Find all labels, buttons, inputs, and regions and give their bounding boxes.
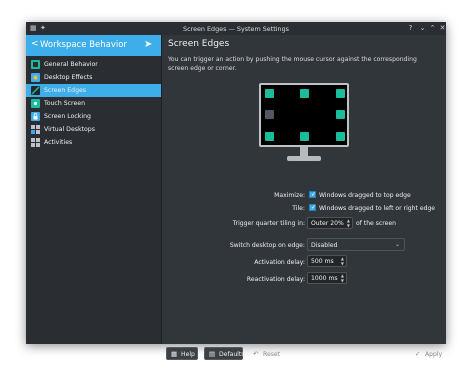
reactivation-delay-spinbox[interactable]: 1000 ms ▲ ▼ xyxy=(307,272,347,284)
edge-bottom-left[interactable] xyxy=(265,132,274,141)
quarter-tiling-spinbox[interactable]: Outer 20% ▲ ▼ xyxy=(307,217,353,229)
maximize-label: Maximize: xyxy=(274,192,305,199)
sidebar-item-screen-locking[interactable]: Screen Locking xyxy=(26,110,161,123)
sidebar-header[interactable]: < Workspace Behavior ➤ xyxy=(26,35,161,56)
spin-arrows-icon[interactable]: ▲ ▼ xyxy=(341,256,344,266)
close-icon[interactable]: ✕ xyxy=(438,24,447,33)
touch-screen-icon xyxy=(31,99,40,108)
sidebar-item-activities[interactable]: Activities xyxy=(26,136,161,149)
monitor-base xyxy=(287,156,321,161)
sidebar-item-label: Touch Screen xyxy=(44,100,85,107)
sidebar-item-label: Activities xyxy=(44,139,73,146)
tile-checkbox[interactable]: ✓ xyxy=(309,204,316,211)
defaults-icon: ▤ xyxy=(209,350,216,358)
tile-label: Tile: xyxy=(292,205,305,212)
virtual-desktops-icon xyxy=(31,125,40,134)
title-bar: ▦ ✦ Screen Edges — System Settings ? ⌄ ⌃… xyxy=(26,22,446,35)
maximize-checkbox[interactable]: ✓ xyxy=(309,191,316,198)
chevron-down-icon: ⌄ xyxy=(394,241,400,248)
sidebar-item-virtual-desktops[interactable]: Virtual Desktops xyxy=(26,123,161,136)
screen-locking-icon xyxy=(31,112,40,121)
sidebar-item-label: Desktop Effects xyxy=(44,74,93,81)
sidebar-item-label: Screen Locking xyxy=(44,113,91,120)
sidebar-item-label: Screen Edges xyxy=(44,87,87,94)
sidebar-header-label: Workspace Behavior xyxy=(40,40,127,50)
activation-delay-value: 500 ms xyxy=(311,258,334,265)
reset-button[interactable]: ↶ Reset xyxy=(248,347,280,360)
quarter-tiling-suffix: of the screen xyxy=(356,220,397,227)
sidebar-item-desktop-effects[interactable]: Desktop Effects xyxy=(26,71,161,84)
switch-desktop-label: Switch desktop on edge: xyxy=(229,242,305,249)
page-description: You can trigger an action by pushing the… xyxy=(168,56,417,72)
minimize-icon[interactable]: ⌄ xyxy=(418,24,427,33)
activities-icon xyxy=(31,138,40,147)
activation-delay-spinbox[interactable]: 500 ms ▲ ▼ xyxy=(307,255,347,267)
maximize-icon[interactable]: ⌃ xyxy=(428,24,437,33)
quarter-tiling-label: Trigger quarter tiling in: xyxy=(232,220,305,227)
edge-right[interactable] xyxy=(336,110,345,119)
sidebar-item-general-behavior[interactable]: General Behavior xyxy=(26,58,161,71)
switch-desktop-combobox[interactable]: Disabled ⌄ xyxy=(307,238,405,251)
help-button-label: Help xyxy=(181,351,195,358)
help-button[interactable]: ▦ Help xyxy=(166,347,198,360)
edge-top-left[interactable] xyxy=(265,89,274,98)
reset-button-label: Reset xyxy=(263,351,281,358)
reactivation-delay-value: 1000 ms xyxy=(311,275,338,282)
reactivation-delay-label: Reactivation delay: xyxy=(246,276,305,283)
screen-edges-monitor-preview xyxy=(259,83,349,167)
check-icon: ✓ xyxy=(311,191,317,198)
edge-bottom-right[interactable] xyxy=(336,132,345,141)
defaults-button[interactable]: ▤ Defaults xyxy=(204,347,245,360)
apply-button-label: Apply xyxy=(425,351,443,358)
desktop-effects-icon xyxy=(31,73,40,82)
edge-left[interactable] xyxy=(265,110,274,119)
back-arrow-icon[interactable]: < xyxy=(31,39,39,49)
sidebar-item-touch-screen[interactable]: Touch Screen xyxy=(26,97,161,110)
page-title: Screen Edges xyxy=(168,39,230,49)
main-content: Screen Edges You can trigger an action b… xyxy=(162,35,446,360)
spin-arrows-icon[interactable]: ▲ ▼ xyxy=(341,273,344,283)
check-icon: ✓ xyxy=(311,204,317,211)
general-behavior-icon xyxy=(31,60,40,69)
apply-button[interactable]: ✓ Apply xyxy=(410,347,442,360)
switch-desktop-value: Disabled xyxy=(311,242,338,249)
edge-top[interactable] xyxy=(300,89,309,98)
help-icon[interactable]: ? xyxy=(406,24,415,33)
help-grid-icon: ▦ xyxy=(171,350,178,358)
activation-delay-label: Activation delay: xyxy=(254,259,305,266)
sidebar: < Workspace Behavior ➤ General Behavior … xyxy=(26,35,162,344)
screen-edges-icon xyxy=(31,86,40,95)
sidebar-item-label: Virtual Desktops xyxy=(44,126,95,133)
maximize-checkbox-label[interactable]: Windows dragged to top edge xyxy=(319,192,411,199)
tile-checkbox-label[interactable]: Windows dragged to left or right edge xyxy=(319,205,435,212)
edge-bottom[interactable] xyxy=(300,132,309,141)
quarter-tiling-value: Outer 20% xyxy=(311,220,344,227)
apply-check-icon: ✓ xyxy=(415,350,421,358)
edge-top-right[interactable] xyxy=(336,89,345,98)
reset-icon: ↶ xyxy=(253,350,259,358)
window-title: Screen Edges — System Settings xyxy=(183,25,289,33)
mouse-cursor-icon: ➤ xyxy=(144,39,153,50)
monitor-screen xyxy=(259,83,349,147)
sidebar-item-screen-edges[interactable]: Screen Edges xyxy=(26,84,161,97)
defaults-button-label: Defaults xyxy=(219,351,245,358)
sidebar-item-label: General Behavior xyxy=(44,61,98,68)
system-settings-window: ▦ ✦ Screen Edges — System Settings ? ⌄ ⌃… xyxy=(26,22,446,360)
spin-arrows-icon[interactable]: ▲ ▼ xyxy=(347,218,350,228)
